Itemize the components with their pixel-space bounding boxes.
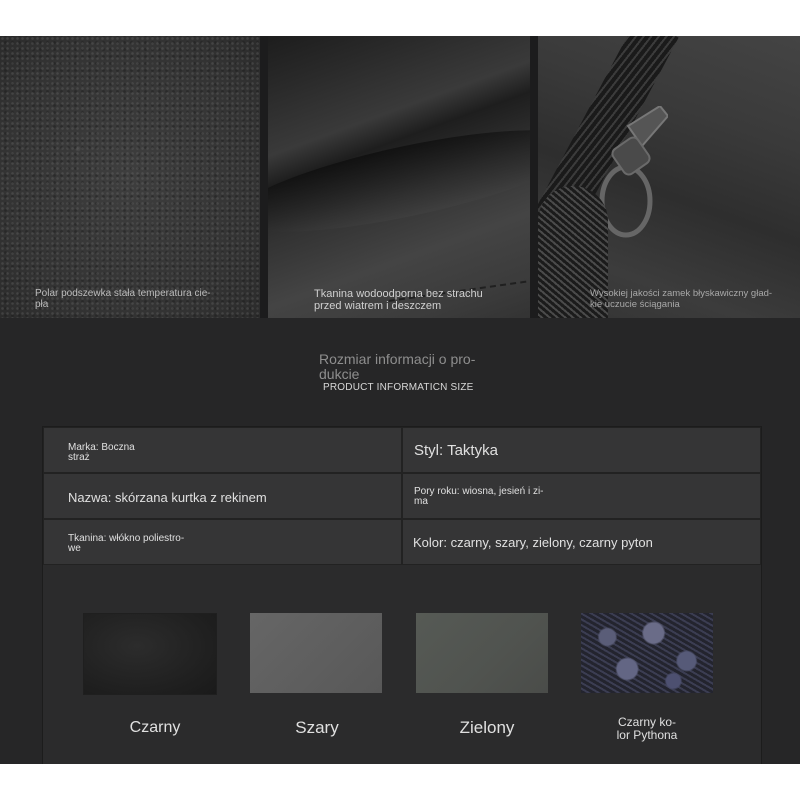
color-label: Kolor: czarny, szary, zielony, czarny py… bbox=[413, 535, 653, 550]
table-row: Marka: Boczna straż Styl: Taktyka bbox=[43, 427, 761, 473]
photo-divider bbox=[530, 36, 538, 318]
fabric-fold bbox=[268, 109, 530, 253]
product-page: Polar podszewka stała temperatura cie- p… bbox=[0, 36, 800, 764]
fleece-texture bbox=[0, 36, 260, 318]
color-swatch-python bbox=[581, 613, 713, 693]
color-swatch-black bbox=[83, 613, 217, 695]
fabric-label: Tkanina: włókno poliestro- we bbox=[68, 534, 184, 554]
zipper-pull-icon bbox=[599, 106, 668, 238]
seasons-line: ma bbox=[414, 496, 428, 507]
caption-line: Wysokiej jakości zamek błyskawiczny gład… bbox=[590, 288, 773, 299]
brand-cell: Marka: Boczna straż bbox=[43, 427, 402, 473]
color-swatch-grey bbox=[250, 613, 382, 693]
section-title-line: dukcie bbox=[319, 366, 360, 382]
color-cell: Kolor: czarny, szary, zielony, czarny py… bbox=[402, 519, 761, 565]
name-cell: Nazwa: skórzana kurtka z rekinem bbox=[43, 473, 402, 519]
fleece-lining-photo bbox=[0, 36, 260, 318]
photo-divider bbox=[260, 36, 268, 318]
seasons-label: Pory roku: wiosna, jesień i zi- ma bbox=[414, 487, 544, 507]
swatch-label-line: lor Pythona bbox=[616, 728, 678, 742]
waterproof-caption: Tkanina wodoodporna bez strachu przed wi… bbox=[314, 288, 514, 312]
style-label: Styl: Taktyka bbox=[414, 442, 498, 459]
swatch-label-black: Czarny bbox=[129, 719, 181, 736]
swatch-label-grey: Szary bbox=[295, 718, 339, 737]
waterproof-fabric-photo bbox=[268, 36, 530, 318]
section-title: Rozmiar informacji o pro- dukcie bbox=[319, 352, 499, 382]
fabric-line: Tkanina: włókno poliestro- bbox=[68, 533, 185, 544]
zipper-photo bbox=[538, 36, 800, 318]
brand-line: straż bbox=[68, 452, 90, 463]
section-subtitle: PRODUCT INFORMATICN SIZE bbox=[323, 382, 474, 393]
table-row: Nazwa: skórzana kurtka z rekinem Pory ro… bbox=[43, 473, 761, 519]
style-cell: Styl: Taktyka bbox=[402, 427, 761, 473]
section-title-line: Rozmiar informacji o pro- bbox=[319, 351, 476, 367]
swatch-label-python: Czarny ko- lor Pythona bbox=[587, 716, 707, 742]
color-swatch-green bbox=[416, 613, 548, 693]
product-info-table: Marka: Boczna straż Styl: Taktyka Nazwa:… bbox=[42, 426, 762, 764]
caption-line: Polar podszewka stała temperatura cie- bbox=[35, 288, 211, 299]
caption-line: Tkanina wodoodporna bez strachu bbox=[314, 288, 483, 300]
fabric-line: we bbox=[68, 543, 81, 554]
feature-photos: Polar podszewka stała temperatura cie- p… bbox=[0, 36, 800, 318]
caption-line: kie uczucie ściągania bbox=[590, 299, 680, 310]
swatch-label-green: Zielony bbox=[459, 718, 515, 737]
fabric-cell: Tkanina: włókno poliestro- we bbox=[43, 519, 402, 565]
name-label: Nazwa: skórzana kurtka z rekinem bbox=[68, 490, 267, 505]
caption-line: pła bbox=[35, 299, 49, 310]
table-row: Tkanina: włókno poliestro- we Kolor: cza… bbox=[43, 519, 761, 565]
fleece-caption: Polar podszewka stała temperatura cie- p… bbox=[35, 288, 235, 310]
zipper-caption: Wysokiej jakości zamek błyskawiczny gład… bbox=[590, 288, 790, 310]
caption-line: przed wiatrem i deszczem bbox=[314, 300, 442, 312]
seasons-cell: Pory roku: wiosna, jesień i zi- ma bbox=[402, 473, 761, 519]
seasons-line: Pory roku: wiosna, jesień i zi- bbox=[414, 486, 544, 497]
brand-label: Marka: Boczna straż bbox=[68, 443, 135, 463]
